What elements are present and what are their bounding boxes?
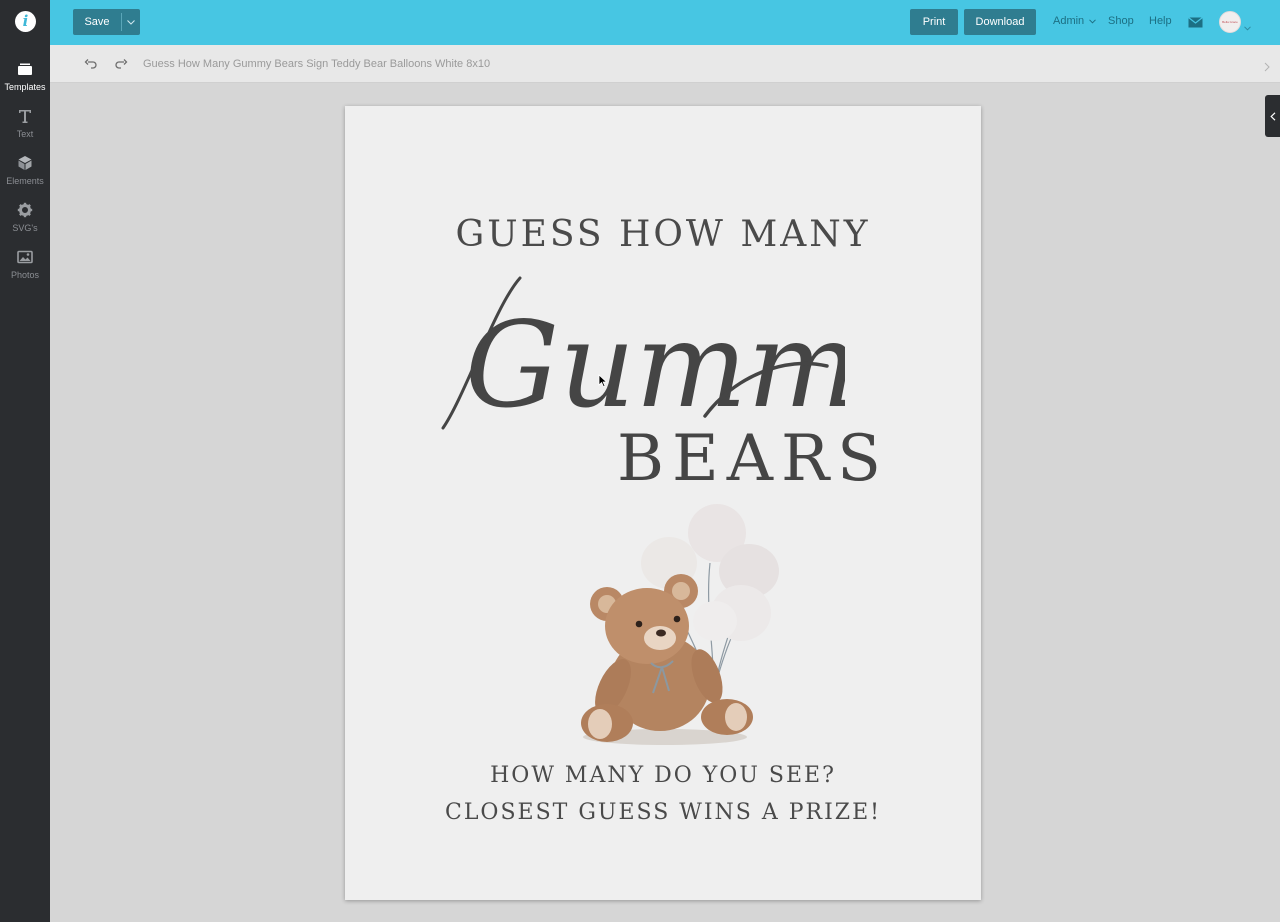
sidebar-item-label: Photos (10, 270, 40, 280)
undo-icon[interactable] (83, 56, 99, 72)
save-dropdown-chevron-icon[interactable] (121, 9, 140, 35)
mail-icon[interactable] (1188, 15, 1203, 33)
help-link[interactable]: Help (1149, 15, 1172, 27)
question-text[interactable]: HOW MANY DO YOU SEE? (345, 763, 981, 788)
image-icon (16, 248, 34, 266)
sidebar-item-photos[interactable]: Photos (0, 244, 50, 288)
sidebar-item-label: SVG's (12, 223, 38, 233)
shop-link[interactable]: Shop (1108, 15, 1134, 27)
avatar-text: Bella Grace (1222, 20, 1238, 24)
avatar[interactable]: Bella Grace (1219, 11, 1241, 33)
left-sidebar: i Templates Text Elements SVG's Photos (0, 0, 50, 922)
admin-menu[interactable]: Admin (1053, 15, 1097, 27)
sidebar-item-text[interactable]: Text (0, 103, 50, 147)
templates-icon (16, 60, 34, 78)
sidebar-item-templates[interactable]: Templates (0, 56, 50, 100)
sidebar-item-svgs[interactable]: SVG's (0, 197, 50, 241)
sidebar-item-label: Text (16, 129, 34, 139)
design-canvas[interactable]: GUESS HOW MANY Gummy BEARS (345, 106, 981, 900)
chevron-left-icon (1269, 111, 1275, 121)
save-button[interactable]: Save (73, 9, 140, 35)
chevron-right-icon[interactable] (1262, 59, 1272, 72)
print-button[interactable]: Print (910, 9, 958, 35)
document-title[interactable]: Guess How Many Gummy Bears Sign Teddy Be… (143, 58, 490, 70)
sidebar-item-label: Elements (6, 176, 44, 186)
teddy-bear-balloons-illustration[interactable] (565, 501, 785, 751)
app-logo[interactable]: i (15, 11, 36, 32)
gear-icon (16, 201, 34, 219)
cube-icon (16, 154, 34, 172)
mouse-cursor-icon (598, 374, 608, 388)
bears-text[interactable]: BEARS (617, 422, 889, 496)
text-icon (16, 107, 34, 125)
sidebar-item-label: Templates (4, 82, 46, 92)
secondary-toolbar: Guess How Many Gummy Bears Sign Teddy Be… (50, 45, 1280, 83)
panel-toggle-button[interactable] (1265, 95, 1280, 137)
account-chevron-down-icon[interactable] (1244, 18, 1251, 36)
save-label: Save (84, 16, 110, 28)
download-button[interactable]: Download (964, 9, 1036, 35)
chevron-down-icon (1089, 19, 1097, 24)
sidebar-item-elements[interactable]: Elements (0, 150, 50, 194)
admin-label: Admin (1053, 15, 1085, 27)
redo-icon[interactable] (113, 56, 129, 72)
prize-text[interactable]: CLOSEST GUESS WINS A PRIZE! (345, 800, 981, 825)
top-toolbar: Save Print Download Admin Shop Help Bell… (50, 0, 1280, 45)
headline-text[interactable]: GUESS HOW MANY (345, 214, 981, 255)
